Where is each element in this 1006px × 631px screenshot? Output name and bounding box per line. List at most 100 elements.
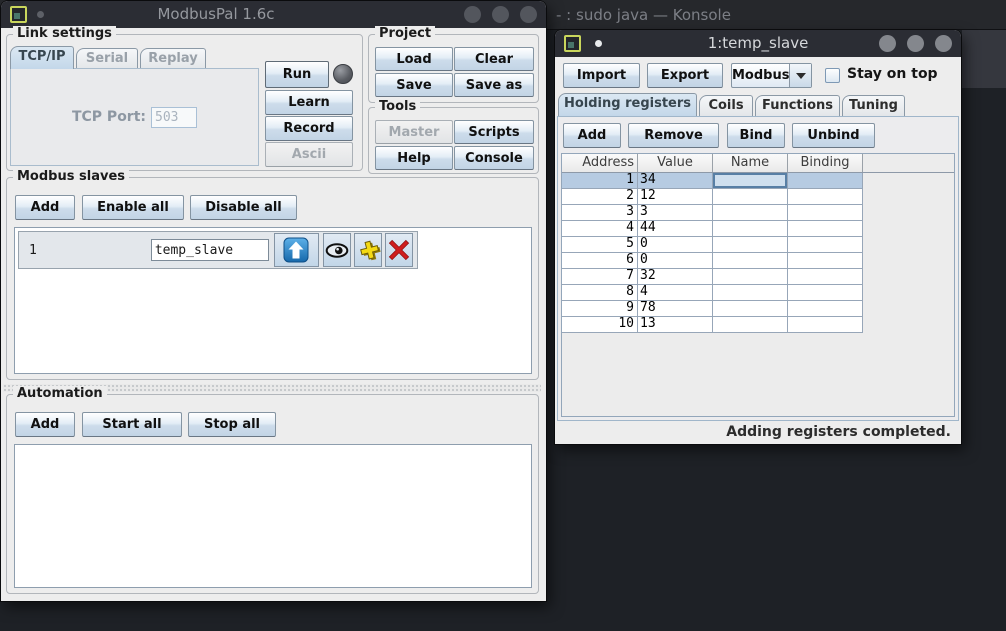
cell-name[interactable] (713, 173, 788, 189)
maximize-button[interactable] (907, 35, 924, 52)
cell-binding[interactable] (788, 205, 863, 221)
tab-tcpip[interactable]: TCP/IP (10, 46, 74, 69)
scripts-button[interactable]: Scripts (454, 120, 534, 144)
stay-on-top-checkbox[interactable] (825, 68, 840, 83)
close-button[interactable] (520, 6, 537, 23)
column-header-value[interactable]: Value (638, 154, 713, 172)
table-row[interactable]: 84 (562, 285, 954, 301)
tab-serial[interactable]: Serial (76, 48, 138, 69)
tab-functions[interactable]: Functions (755, 95, 840, 116)
cell-binding[interactable] (788, 173, 863, 189)
slave-enabled-toggle[interactable] (274, 233, 319, 267)
cell-name[interactable] (713, 301, 788, 317)
cell-value[interactable]: 4 (638, 285, 713, 301)
import-button[interactable]: Import (563, 63, 640, 88)
cell-name[interactable] (713, 205, 788, 221)
disable-all-button[interactable]: Disable all (190, 195, 297, 220)
minimize-button[interactable] (464, 6, 481, 23)
tab-coils[interactable]: Coils (699, 95, 753, 116)
export-button[interactable]: Export (647, 63, 723, 88)
cell-address[interactable]: 2 (562, 189, 638, 205)
learn-button[interactable]: Learn (265, 90, 353, 115)
remove-register-button[interactable]: Remove (628, 123, 719, 148)
add-register-button[interactable]: Add (563, 123, 621, 148)
save-button[interactable]: Save (375, 73, 453, 97)
add-slave-button[interactable]: Add (15, 195, 75, 220)
view-slave-button[interactable] (323, 233, 351, 267)
cell-binding[interactable] (788, 253, 863, 269)
table-row[interactable]: 978 (562, 301, 954, 317)
column-header-address[interactable]: Address (562, 154, 638, 172)
master-button[interactable]: Master (375, 120, 453, 144)
cell-value[interactable]: 78 (638, 301, 713, 317)
bind-button[interactable]: Bind (727, 123, 785, 148)
cell-address[interactable]: 8 (562, 285, 638, 301)
window-menu-icon[interactable] (564, 35, 581, 52)
cell-name[interactable] (713, 189, 788, 205)
window-menu-icon[interactable] (10, 6, 27, 23)
mode-dropdown[interactable]: Modbus (731, 63, 812, 88)
table-row[interactable]: 33 (562, 205, 954, 221)
slave-name-field[interactable] (151, 239, 269, 261)
tab-tuning[interactable]: Tuning (842, 95, 905, 116)
add-automation-button[interactable]: Add (15, 412, 75, 437)
tab-replay[interactable]: Replay (140, 48, 206, 69)
cell-address[interactable]: 10 (562, 317, 638, 333)
table-row[interactable]: 134 (562, 173, 954, 189)
cell-value[interactable]: 13 (638, 317, 713, 333)
unbind-button[interactable]: Unbind (792, 123, 875, 148)
tab-holding-registers[interactable]: Holding registers (558, 93, 697, 116)
start-all-button[interactable]: Start all (82, 412, 182, 437)
cell-binding[interactable] (788, 301, 863, 317)
ascii-button[interactable]: Ascii (265, 142, 353, 167)
slave-window-titlebar[interactable]: 1:temp_slave (555, 30, 961, 57)
stop-all-button[interactable]: Stop all (188, 412, 276, 437)
cell-address[interactable]: 5 (562, 237, 638, 253)
table-row[interactable]: 212 (562, 189, 954, 205)
cell-name[interactable] (713, 285, 788, 301)
cell-name[interactable] (713, 237, 788, 253)
cell-address[interactable]: 4 (562, 221, 638, 237)
table-row[interactable]: 50 (562, 237, 954, 253)
cell-address[interactable]: 3 (562, 205, 638, 221)
help-button[interactable]: Help (375, 146, 453, 170)
slave-row[interactable]: 1 (18, 231, 418, 269)
cell-binding[interactable] (788, 237, 863, 253)
cell-name[interactable] (713, 269, 788, 285)
cell-name[interactable] (713, 253, 788, 269)
cell-name[interactable] (713, 221, 788, 237)
maximize-button[interactable] (492, 6, 509, 23)
table-row[interactable]: 732 (562, 269, 954, 285)
load-button[interactable]: Load (375, 47, 453, 71)
console-button[interactable]: Console (454, 146, 534, 170)
delete-slave-button[interactable] (385, 233, 413, 267)
cell-address[interactable]: 1 (562, 173, 638, 189)
cell-value[interactable]: 0 (638, 237, 713, 253)
column-header-binding[interactable]: Binding (788, 154, 863, 172)
table-row[interactable]: 1013 (562, 317, 954, 333)
table-row[interactable]: 444 (562, 221, 954, 237)
clear-button[interactable]: Clear (454, 47, 534, 71)
cell-address[interactable]: 7 (562, 269, 638, 285)
modbuspal-titlebar[interactable]: ModbusPal 1.6c (1, 1, 546, 28)
cell-value[interactable]: 44 (638, 221, 713, 237)
cell-binding[interactable] (788, 285, 863, 301)
cell-name[interactable] (713, 317, 788, 333)
cell-value[interactable]: 32 (638, 269, 713, 285)
cell-value[interactable]: 0 (638, 253, 713, 269)
cell-address[interactable]: 9 (562, 301, 638, 317)
cell-binding[interactable] (788, 189, 863, 205)
cell-binding[interactable] (788, 269, 863, 285)
cell-binding[interactable] (788, 221, 863, 237)
cell-value[interactable]: 12 (638, 189, 713, 205)
dropdown-arrow-button[interactable] (789, 64, 811, 87)
table-row[interactable]: 60 (562, 253, 954, 269)
tcp-port-field[interactable] (151, 107, 197, 128)
enable-all-button[interactable]: Enable all (82, 195, 184, 220)
run-button[interactable]: Run (265, 61, 329, 88)
record-button[interactable]: Record (265, 116, 353, 141)
save-as-button[interactable]: Save as (454, 73, 534, 97)
minimize-button[interactable] (879, 35, 896, 52)
close-button[interactable] (935, 35, 952, 52)
cell-value[interactable]: 3 (638, 205, 713, 221)
